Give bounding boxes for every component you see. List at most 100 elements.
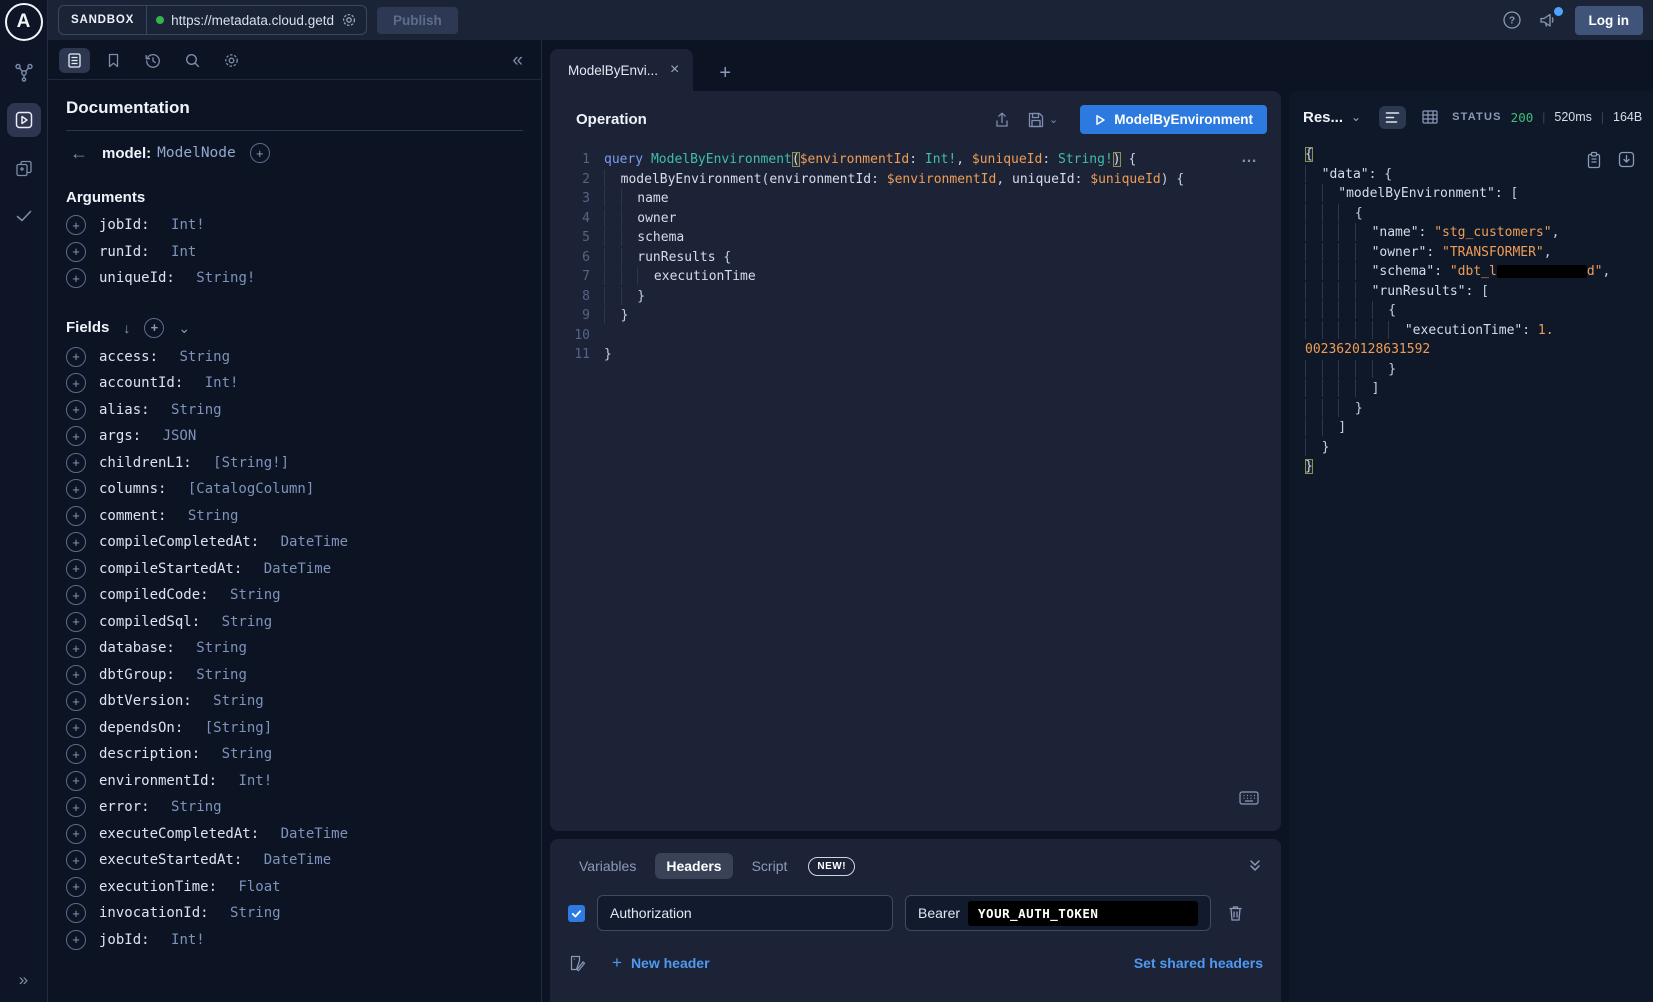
field-type[interactable]: [String] [205,720,272,736]
query-editor[interactable]: 1query ModelByEnvironment($environmentId… [550,144,1281,831]
back-arrow-icon[interactable]: ← [70,144,88,162]
field-type[interactable]: String [222,614,273,630]
new-tab-button[interactable]: + [719,63,731,83]
share-operation-icon[interactable] [993,111,1011,129]
add-field-button[interactable]: + [66,877,86,897]
field-name[interactable]: compiledSql: [99,614,209,630]
add-all-fields-button[interactable]: + [144,318,164,338]
add-field-button[interactable]: + [66,612,86,632]
schema-field-row[interactable]: +error: String [66,794,523,821]
endpoint-url[interactable]: https://metadata.cloud.getd [171,13,334,28]
tab-script[interactable]: Script [741,853,799,879]
field-name[interactable]: dbtVersion: [99,693,200,709]
schema-field-row[interactable]: + accountId: Int! [66,370,523,397]
field-type[interactable]: [String!] [213,455,289,471]
schema-field-row[interactable]: + environmentId: Int! [66,768,523,795]
field-name[interactable]: compiledCode: [99,587,217,603]
set-shared-headers-link[interactable]: Set shared headers [1134,955,1263,971]
add-field-button[interactable]: + [66,532,86,552]
field-type[interactable]: DateTime [281,826,348,842]
breadcrumb-type[interactable]: ModelNode [157,145,236,161]
schema-field-row[interactable]: +executeStartedAt: DateTime [66,847,523,874]
field-name[interactable]: description: [99,746,209,762]
save-options-chevron-icon[interactable]: ⌄ [1049,113,1058,126]
add-field-button[interactable]: + [66,744,86,764]
schema-field-row[interactable]: +description: String [66,741,523,768]
field-type[interactable]: Int! [238,773,272,789]
add-field-button[interactable]: + [66,903,86,923]
add-field-button[interactable]: + [66,506,86,526]
add-field-button[interactable]: + [66,426,86,446]
announcements-icon[interactable] [1538,10,1559,30]
save-operation-icon[interactable]: ⌄ [1027,111,1058,129]
field-name[interactable]: comment: [99,508,175,524]
add-field-button[interactable]: + [66,373,86,393]
changesets-icon[interactable] [7,151,41,185]
field-type[interactable]: Int! [171,932,205,948]
schema-field-row[interactable]: +database: String [66,635,523,662]
add-field-button[interactable]: + [66,347,86,367]
add-field-button[interactable]: + [66,268,86,288]
schema-field-row[interactable]: +columns: [CatalogColumn] [66,476,523,503]
field-name[interactable]: environmentId: [99,773,225,789]
field-type[interactable]: String [196,640,247,656]
schema-field-row[interactable]: +dbtVersion: String [66,688,523,715]
field-name[interactable]: accountId: [99,375,192,391]
field-name[interactable]: jobId: [99,932,158,948]
raw-view-toggle-icon[interactable] [1379,106,1406,129]
add-field-button[interactable]: + [66,771,86,791]
schema-field-row[interactable]: + uniqueId: String! [66,265,523,292]
expand-rail-icon[interactable]: » [19,970,28,990]
schema-graph-icon[interactable] [7,55,41,89]
add-field-button[interactable]: + [66,400,86,420]
header-enabled-checkbox[interactable] [568,905,585,922]
field-type[interactable]: JSON [163,428,197,444]
schema-field-row[interactable]: +executeCompletedAt: DateTime [66,821,523,848]
add-field-button[interactable]: + [66,930,86,950]
collapse-docs-icon[interactable]: « [512,51,523,70]
schema-field-row[interactable]: + compiledSql: String [66,609,523,636]
add-field-button[interactable]: + [66,850,86,870]
run-operation-button[interactable]: ModelByEnvironment [1080,105,1267,134]
add-field-button[interactable]: + [66,242,86,262]
schema-field-row[interactable]: +compileCompletedAt: DateTime [66,529,523,556]
checks-icon[interactable] [7,199,41,233]
header-name-input[interactable]: Authorization [597,895,893,931]
tab-headers[interactable]: Headers [655,853,732,879]
add-field-button[interactable]: + [66,797,86,817]
field-name[interactable]: dependsOn: [99,720,192,736]
fields-options-chevron-icon[interactable]: ⌄ [178,321,190,335]
endpoint-url-field[interactable]: https://metadata.cloud.getd [147,12,366,28]
field-type[interactable]: String! [196,270,255,286]
field-name[interactable]: args: [99,428,150,444]
auth-token-value[interactable]: YOUR_AUTH_TOKEN [968,901,1198,926]
history-icon[interactable] [144,52,162,70]
field-type[interactable]: Int! [171,217,205,233]
response-title[interactable]: Res... [1303,109,1343,126]
field-name[interactable]: uniqueId: [99,270,183,286]
keyboard-shortcuts-icon[interactable] [1239,791,1259,805]
schema-field-row[interactable]: +executionTime: Float [66,874,523,901]
field-type[interactable]: String [171,402,222,418]
close-tab-icon[interactable]: × [670,62,679,78]
operation-tab[interactable]: ModelByEnvi... × [550,49,693,91]
sort-fields-icon[interactable]: ↓ [123,321,130,335]
table-view-toggle-icon[interactable] [1416,105,1444,129]
explorer-settings-icon[interactable] [223,52,240,69]
schema-field-row[interactable]: +dbtGroup: String [66,662,523,689]
field-name[interactable]: executeCompletedAt: [99,826,268,842]
field-type[interactable]: String [230,905,281,921]
field-type[interactable]: Int [171,244,196,260]
field-type[interactable]: [CatalogColumn] [188,481,314,497]
add-field-button[interactable]: + [66,453,86,473]
field-name[interactable]: compileCompletedAt: [99,534,268,550]
field-type[interactable]: Float [238,879,280,895]
login-button[interactable]: Log in [1575,6,1644,35]
field-name[interactable]: compileStartedAt: [99,561,251,577]
field-name[interactable]: childrenL1: [99,455,200,471]
field-type[interactable]: Int! [205,375,239,391]
schema-field-row[interactable]: +compileStartedAt: DateTime [66,556,523,583]
field-type[interactable]: DateTime [264,561,331,577]
schema-field-row[interactable]: +dependsOn: [String] [66,715,523,742]
publish-button[interactable]: Publish [377,7,458,34]
